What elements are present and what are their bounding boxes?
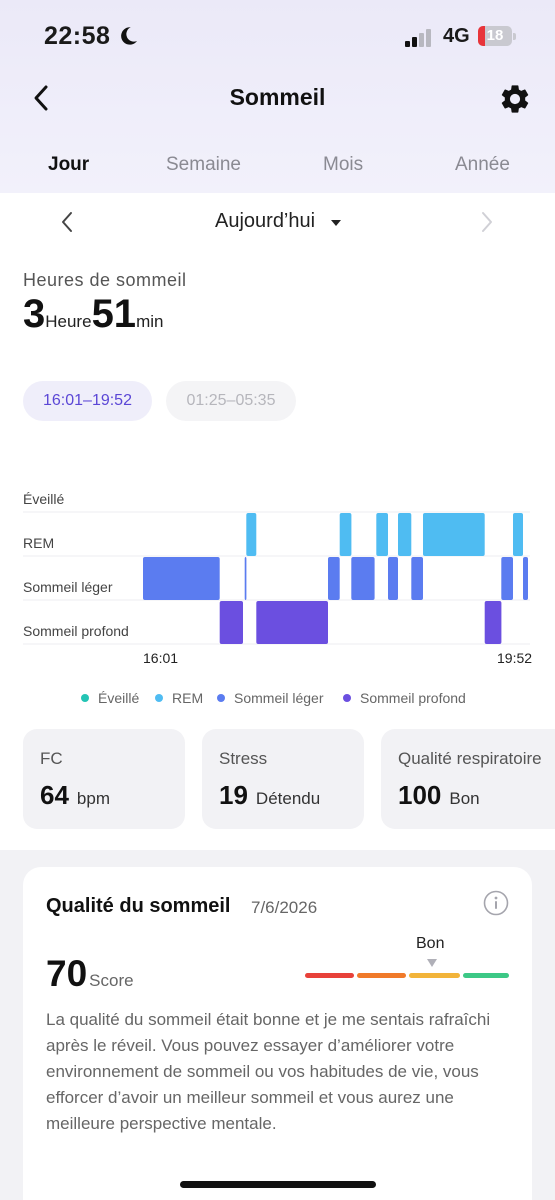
- status-bar: 22:58 4G 18: [0, 22, 555, 54]
- sleep-segment: [219, 601, 243, 644]
- scale-segment: [409, 973, 460, 978]
- scale-segment: [305, 973, 354, 978]
- x-label-end: 19:52: [497, 650, 533, 666]
- moon-icon: [121, 27, 137, 45]
- sleep-minutes-unit: min: [136, 312, 164, 331]
- sleep-segment: [143, 557, 220, 600]
- info-icon[interactable]: [483, 890, 509, 916]
- caret-down-icon[interactable]: [331, 220, 341, 226]
- sleep-segment: [501, 557, 513, 600]
- sleep-minutes-value: 51: [91, 292, 137, 336]
- sleep-segment: [523, 557, 528, 600]
- sleep-segment: [244, 557, 247, 600]
- sleep-segment: [328, 557, 340, 600]
- quality-date: 7/6/2026: [251, 898, 318, 917]
- chart-legend: Éveillé REM Sommeil léger Sommeil profon…: [0, 690, 555, 710]
- quality-rating: Bon: [416, 935, 445, 952]
- rating-marker: [427, 959, 437, 967]
- sleep-hours-unit: Heure: [45, 312, 92, 331]
- sleep-chart-plot: [23, 511, 530, 645]
- sleep-segment: [256, 601, 328, 644]
- period-tabs: Jour Semaine Mois Année: [0, 154, 555, 180]
- legend-item-rem: REM: [155, 690, 203, 706]
- quality-title: Qualité du sommeil: [46, 895, 231, 917]
- sleep-hours-value: 3: [23, 292, 46, 336]
- page-title: Sommeil: [229, 84, 326, 110]
- signal-icon: [405, 29, 435, 47]
- sleep-segment: [376, 513, 388, 556]
- legend-item-eveille: Éveillé: [81, 690, 139, 706]
- chevron-right-icon: [482, 212, 492, 232]
- metric-value: 19 Détendu: [219, 780, 321, 810]
- sleep-segment: [513, 513, 523, 556]
- gear-icon[interactable]: [498, 82, 532, 116]
- metric-label: FC: [40, 749, 63, 768]
- network-type: 4G: [443, 25, 470, 47]
- sleep-segment: [398, 513, 412, 556]
- sleep-segment: [423, 513, 485, 556]
- sleep-segment: [339, 513, 352, 556]
- status-time: 22:58: [44, 22, 111, 50]
- tab-jour[interactable]: Jour: [48, 154, 89, 176]
- home-indicator: [180, 1181, 376, 1188]
- metric-value: 100 Bon: [398, 780, 480, 810]
- legend-item-profond: Sommeil profond: [343, 690, 466, 706]
- metric-label: Stress: [219, 749, 268, 768]
- quality-description: La qualité du sommeil était bonne et je …: [46, 1010, 491, 1133]
- metric-value: 64 bpm: [40, 780, 110, 810]
- tab-mois[interactable]: Mois: [323, 154, 363, 176]
- period-pill-selected[interactable]: 16:01–19:52: [23, 381, 152, 421]
- period-pill[interactable]: 01:25–05:35: [166, 381, 296, 421]
- sleep-segment: [388, 557, 398, 600]
- date-navigator: Aujourd’hui: [0, 208, 555, 238]
- sleep-hours-label: Heures de sommeil: [23, 270, 187, 290]
- chevron-left-icon[interactable]: [58, 210, 76, 234]
- scale-segment: [357, 973, 406, 978]
- metric-card-respiration[interactable]: Qualité respiratoire 100 Bon: [381, 729, 555, 829]
- sleep-segment: [484, 601, 502, 644]
- sleep-stage-chart: Éveillé REM Sommeil léger Sommeil profon…: [0, 480, 555, 670]
- metric-card-stress[interactable]: Stress 19 Détendu: [202, 729, 364, 829]
- sleep-duration: 3Heure51min: [23, 292, 163, 337]
- sleep-segment: [411, 557, 423, 600]
- sleep-segment: [246, 513, 257, 556]
- legend-item-leger: Sommeil léger: [217, 690, 323, 706]
- sleep-segment: [351, 557, 375, 600]
- metric-label: Qualité respiratoire: [398, 749, 542, 768]
- x-label-start: 16:01: [143, 650, 179, 666]
- battery-icon: 18: [478, 26, 512, 46]
- sleep-quality-card: Qualité du sommeil 7/6/2026 70 Score Bon …: [23, 867, 532, 1200]
- quality-score: 70 Score: [46, 953, 134, 994]
- scale-segment: [463, 973, 509, 978]
- date-label[interactable]: Aujourd’hui: [215, 210, 315, 233]
- battery-level: 18: [486, 27, 504, 44]
- tab-semaine[interactable]: Semaine: [166, 154, 241, 176]
- tab-annee[interactable]: Année: [455, 154, 510, 176]
- metric-card-fc[interactable]: FC 64 bpm: [23, 729, 185, 829]
